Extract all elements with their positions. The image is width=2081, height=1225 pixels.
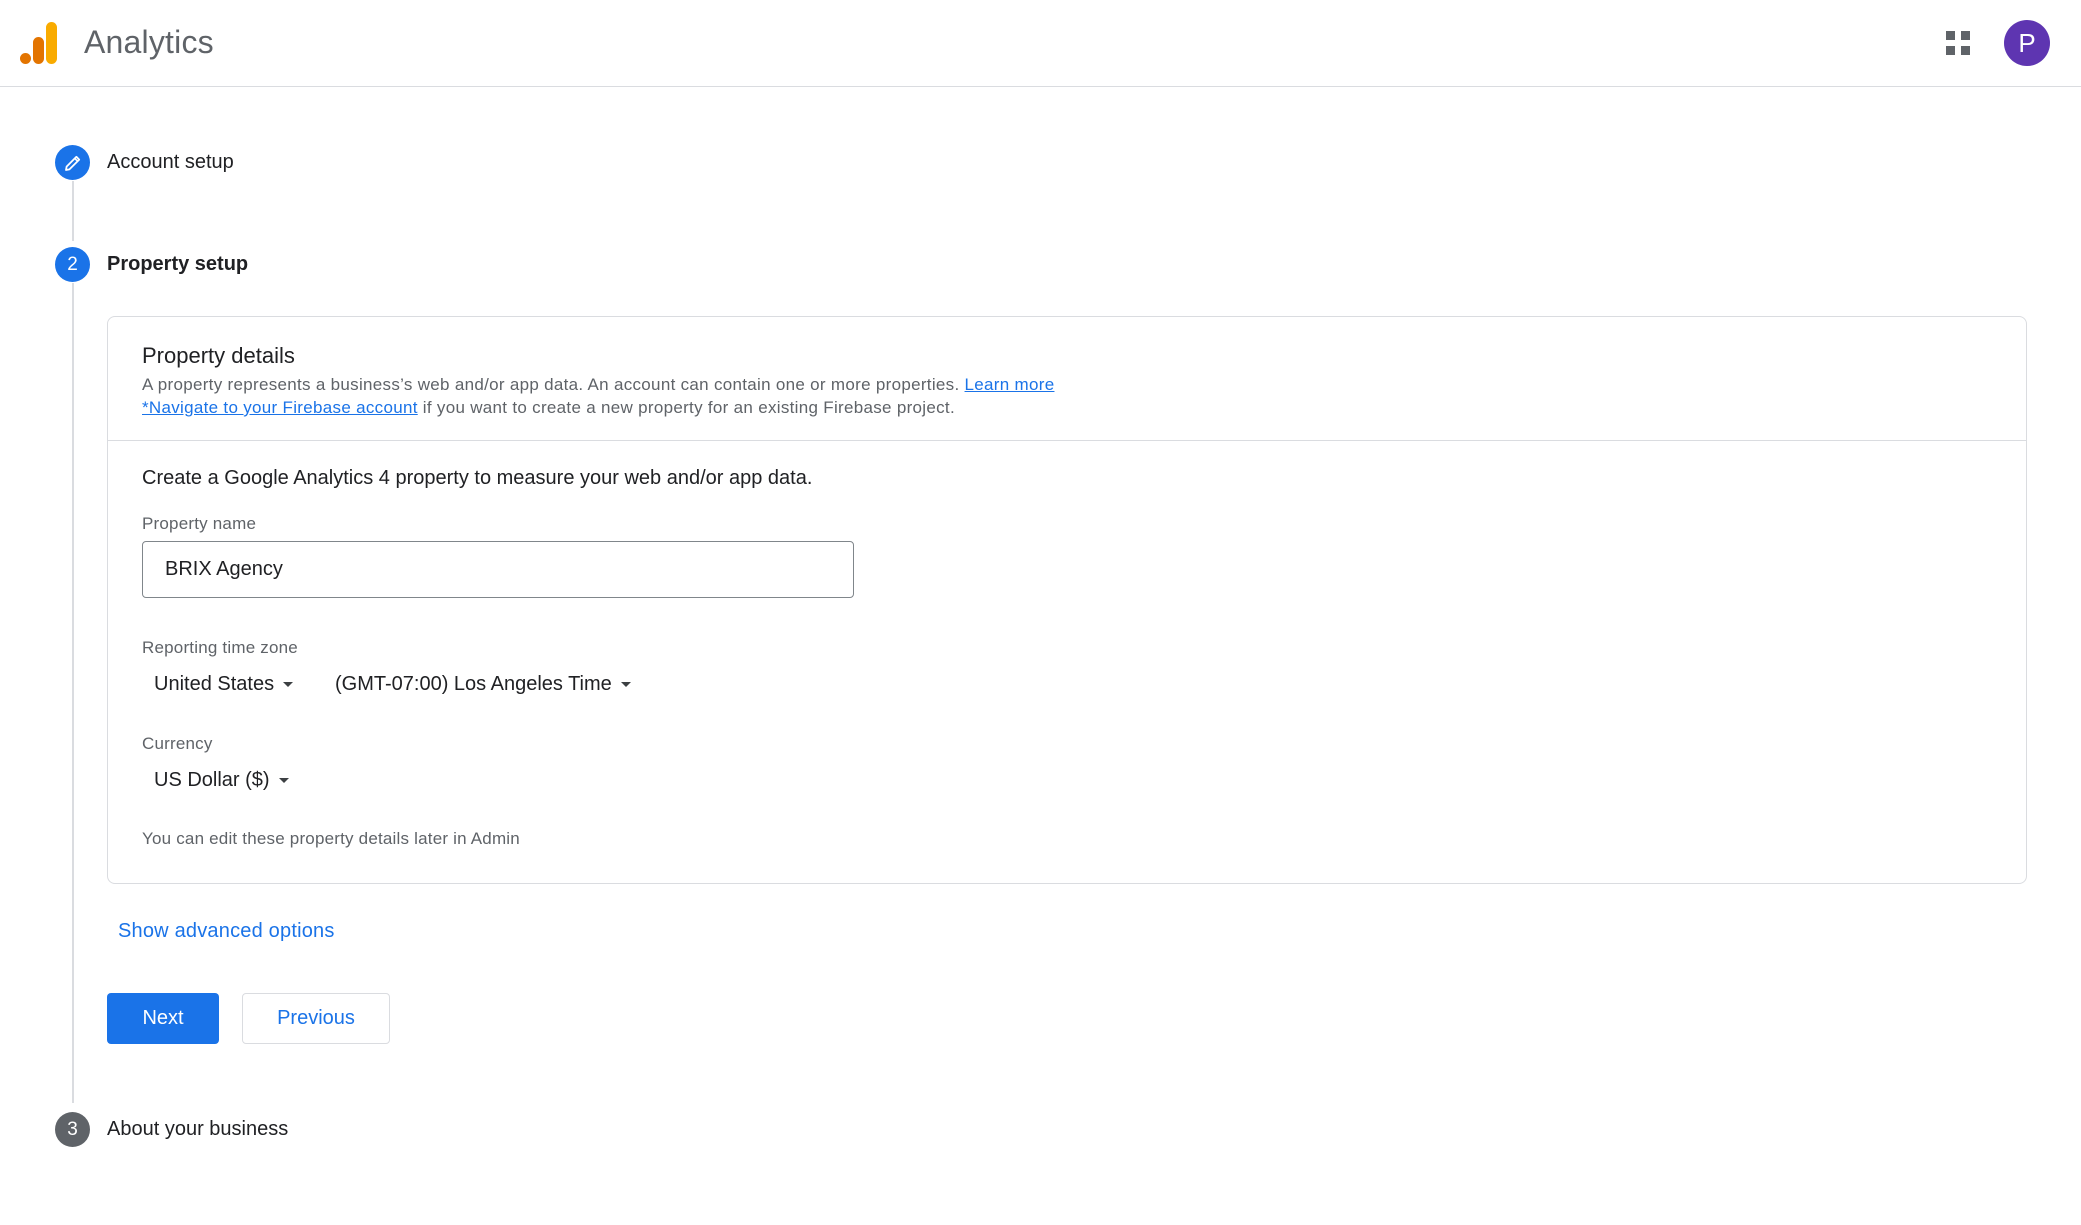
- firebase-note: *Navigate to your Firebase account if yo…: [142, 398, 955, 418]
- country-dropdown[interactable]: United States: [154, 673, 294, 696]
- property-details-card: Property details A property represents a…: [107, 316, 2027, 884]
- step-1-label[interactable]: Account setup: [107, 151, 234, 174]
- pencil-edit-icon: [64, 155, 80, 171]
- card-description: A property represents a business’s web a…: [142, 375, 1054, 395]
- step-3-indicator: 3: [55, 1112, 90, 1147]
- next-button[interactable]: Next: [107, 993, 219, 1044]
- property-name-label: Property name: [142, 514, 257, 533]
- stepper-connector: [72, 181, 74, 241]
- property-name-input[interactable]: [142, 541, 854, 598]
- firebase-note-text: if you want to create a new property for…: [422, 398, 955, 417]
- card-title: Property details: [142, 343, 295, 368]
- currency-value: US Dollar ($): [154, 769, 270, 791]
- timezone-value: (GMT-07:00) Los Angeles Time: [335, 673, 612, 695]
- currency-label: Currency: [142, 734, 213, 753]
- apps-grid-icon[interactable]: [1944, 29, 1972, 57]
- edit-later-note: You can edit these property details late…: [142, 829, 520, 848]
- country-value: United States: [154, 673, 275, 695]
- learn-more-link[interactable]: Learn more: [965, 375, 1055, 394]
- analytics-bars-icon[interactable]: [20, 22, 60, 64]
- stepper-connector: [72, 283, 74, 1103]
- timezone-label: Reporting time zone: [142, 638, 298, 657]
- firebase-account-link[interactable]: *Navigate to your Firebase account: [142, 398, 418, 417]
- previous-button[interactable]: Previous: [242, 993, 390, 1044]
- top-app-bar: Analytics P: [0, 0, 2081, 87]
- card-header: Property details A property represents a…: [108, 317, 2026, 441]
- property-intro: Create a Google Analytics 4 property to …: [142, 467, 813, 489]
- dropdown-arrow-icon: [278, 778, 289, 783]
- show-advanced-options-link[interactable]: Show advanced options: [118, 920, 335, 943]
- account-avatar[interactable]: P: [2004, 20, 2050, 66]
- step-2-label: Property setup: [107, 253, 249, 275]
- step-2-indicator: 2: [55, 247, 90, 282]
- dropdown-arrow-icon: [283, 682, 294, 687]
- currency-dropdown[interactable]: US Dollar ($): [154, 769, 289, 792]
- step-1-indicator[interactable]: [55, 145, 90, 180]
- description-text: A property represents a business’s web a…: [142, 375, 960, 394]
- dropdown-arrow-icon: [620, 682, 631, 687]
- timezone-dropdown[interactable]: (GMT-07:00) Los Angeles Time: [335, 673, 631, 696]
- app-title: Analytics: [84, 24, 214, 60]
- step-3-label: About your business: [107, 1118, 289, 1140]
